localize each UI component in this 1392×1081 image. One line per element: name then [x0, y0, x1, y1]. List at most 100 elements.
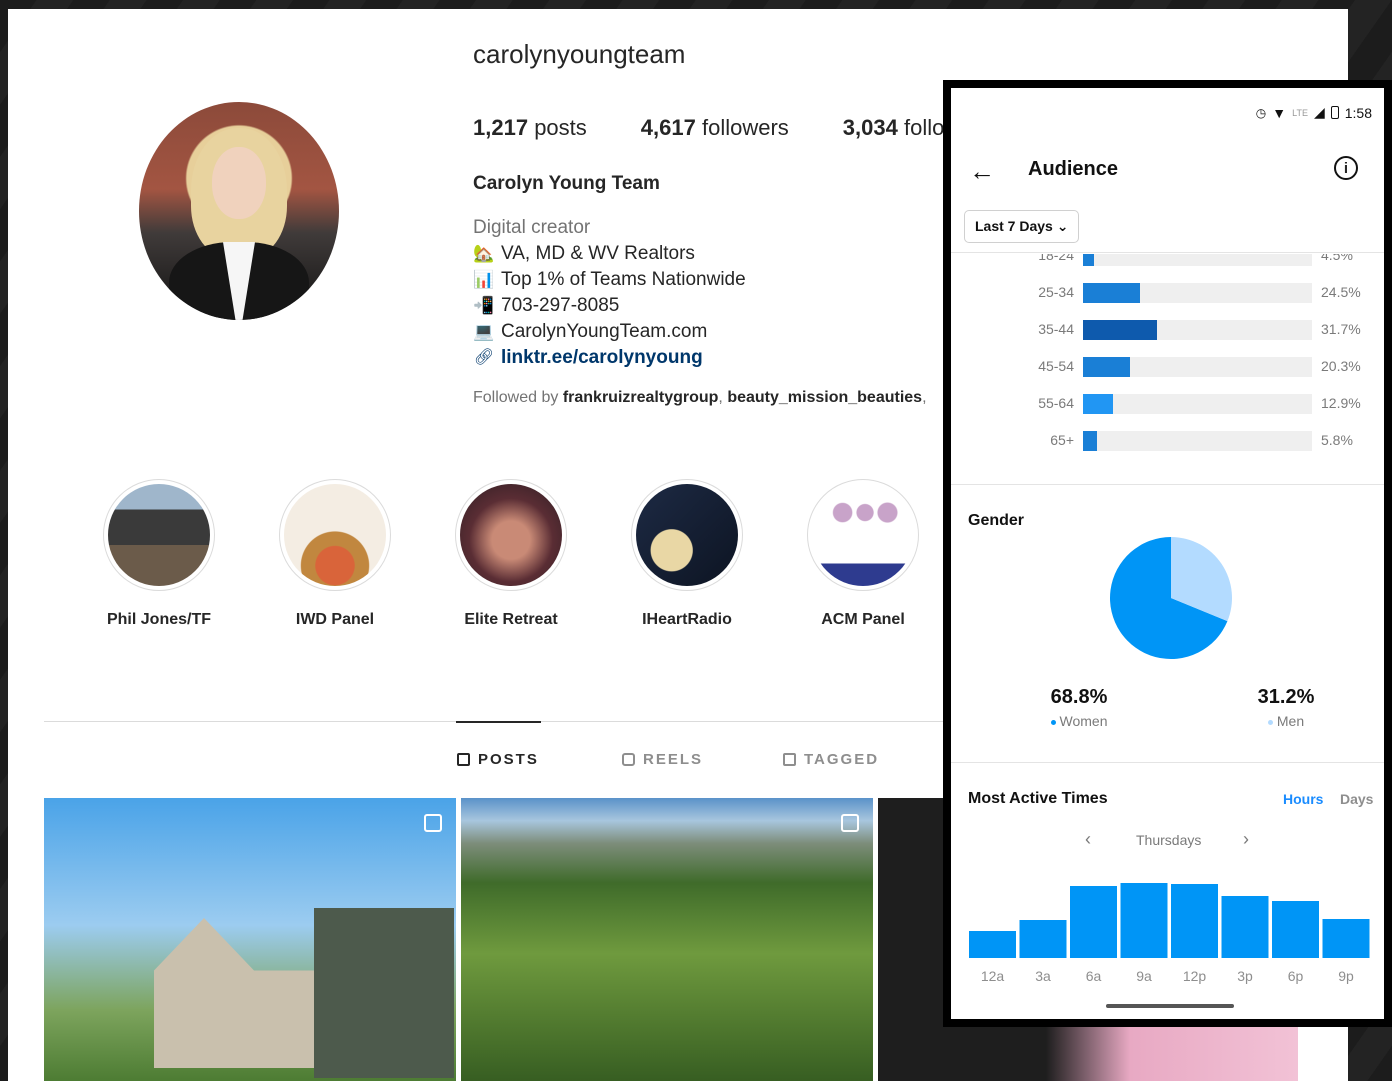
- highlight-elite-retreat[interactable]: Elite Retreat: [441, 479, 581, 629]
- tab-posts[interactable]: POSTS: [457, 751, 539, 768]
- back-arrow-icon[interactable]: ←: [969, 158, 995, 184]
- following-stat[interactable]: 3,034 follo: [843, 115, 945, 141]
- chevron-down-icon: ⌄: [1056, 218, 1069, 234]
- bio-link-row[interactable]: 🔗︎ linktr.ee/carolynyoung: [473, 345, 746, 371]
- divider: [951, 484, 1384, 485]
- age-row: 25-34 24.5%: [951, 283, 1384, 303]
- date-range-dropdown[interactable]: Last 7 Days ⌄: [964, 210, 1080, 243]
- active-time-bar: [1171, 884, 1218, 958]
- divider: [951, 252, 1384, 253]
- age-bar-track: [1083, 320, 1312, 340]
- bio-line: 🏡 VA, MD & WV Realtors: [473, 241, 746, 267]
- page-title: Audience: [1028, 158, 1119, 180]
- hour-tick-label: 6p: [1288, 968, 1304, 984]
- age-percent: 12.9%: [1321, 395, 1361, 411]
- followers-stat[interactable]: 4,617 followers: [641, 115, 789, 141]
- highlight-phil-jones[interactable]: Phil Jones/TF: [89, 479, 229, 629]
- home-indicator[interactable]: [1106, 1004, 1234, 1008]
- multi-post-icon: [424, 814, 442, 832]
- active-time-bar: [969, 931, 1016, 958]
- age-row: 65+ 5.8%: [951, 431, 1384, 451]
- bio-link[interactable]: linktr.ee/carolynyoung: [501, 345, 703, 371]
- posts-stat: 1,217 posts: [473, 115, 587, 140]
- age-row: 45-54 20.3%: [951, 357, 1384, 377]
- age-label: 35-44: [1038, 321, 1074, 337]
- link-icon: 🔗︎: [473, 349, 495, 366]
- women-dot: [1050, 719, 1056, 725]
- divider: [951, 762, 1384, 763]
- signal-icon: ◢: [1313, 104, 1325, 120]
- age-percent: 24.5%: [1321, 284, 1361, 300]
- age-label: 18-24: [1038, 247, 1074, 263]
- active-time-bar: [1272, 901, 1319, 958]
- active-time-bar: [1322, 919, 1370, 958]
- men-dot: [1267, 719, 1273, 725]
- lte-badge: LTE: [1292, 107, 1308, 118]
- audience-screen: ◷ ▼ LTE ◢ 1:58 ← Audience i Last 7 Days …: [951, 88, 1384, 1019]
- age-bar-track: [1083, 283, 1312, 303]
- hour-tick-label: 3a: [1035, 968, 1051, 984]
- age-label: 65+: [1050, 432, 1074, 448]
- tagged-icon: [783, 753, 796, 766]
- age-row: 35-44 31.7%: [951, 320, 1384, 340]
- laptop-icon: 💻: [473, 322, 495, 341]
- phone-icon: 📲: [473, 296, 495, 315]
- profile-full-name: Carolyn Young Team: [473, 173, 660, 194]
- age-bar: [1083, 254, 1094, 266]
- active-tab-indicator: [456, 721, 541, 723]
- active-times-chart: 12a 3a 6a 9a 12p 3p 6p 9p: [969, 883, 1370, 984]
- age-percent: 5.8%: [1321, 432, 1353, 448]
- age-label: 45-54: [1038, 358, 1074, 374]
- wifi-icon: ▼: [1272, 104, 1287, 121]
- active-time-bar: [1120, 883, 1168, 958]
- gender-pie-chart: [1110, 537, 1232, 659]
- house-icon: 🏡: [473, 244, 495, 263]
- profile-stats: 1,217 posts 4,617 followers 3,034 follo: [473, 115, 944, 141]
- profile-bio: Digital creator 🏡 VA, MD & WV Realtors 📊 T…: [473, 215, 746, 371]
- phone-frame: ◷ ▼ LTE ◢ 1:58 ← Audience i Last 7 Days …: [943, 80, 1392, 1027]
- hour-tick-label: 9a: [1136, 968, 1152, 984]
- battery-icon: [1330, 106, 1339, 119]
- bio-line: 📲 703-297-8085: [473, 293, 746, 319]
- age-bar: [1083, 283, 1141, 303]
- age-bar-track: [1083, 394, 1312, 414]
- tab-days[interactable]: Days: [1340, 791, 1373, 807]
- hour-tick-label: 6a: [1086, 968, 1102, 984]
- highlight-iwd-panel[interactable]: IWD Panel: [265, 479, 405, 629]
- tab-hours[interactable]: Hours: [1283, 791, 1323, 807]
- avatar[interactable]: [139, 102, 339, 320]
- active-time-bar: [1019, 920, 1067, 958]
- profile-category: Digital creator: [473, 217, 591, 238]
- hour-tick-label: 3p: [1237, 968, 1253, 984]
- age-bar: [1083, 431, 1097, 451]
- bio-line: 💻 CarolynYoungTeam.com: [473, 319, 746, 345]
- women-stat: 68.8% Women: [1050, 686, 1108, 729]
- age-bar-track: [1083, 431, 1312, 451]
- post-thumbnail[interactable]: [461, 798, 873, 1081]
- highlight-acm-panel[interactable]: ACM Panel: [793, 479, 933, 629]
- profile-username: carolynyoungteam: [473, 39, 686, 69]
- chevron-right-icon[interactable]: ›: [1243, 829, 1249, 850]
- alarm-icon: ◷: [1255, 105, 1267, 120]
- age-bar-track: [1083, 254, 1312, 266]
- men-stat: 31.2% Men: [1257, 686, 1315, 729]
- tab-tagged[interactable]: TAGGED: [783, 751, 879, 768]
- info-icon[interactable]: i: [1334, 156, 1358, 180]
- age-percent: 31.7%: [1321, 321, 1361, 337]
- multi-post-icon: [841, 814, 859, 832]
- hour-tick-label: 9p: [1338, 968, 1354, 984]
- age-percent: 4.5%: [1321, 247, 1353, 263]
- highlight-iheartradio[interactable]: IHeartRadio: [617, 479, 757, 629]
- hour-tick-label: 12p: [1183, 968, 1207, 984]
- chevron-left-icon[interactable]: ‹: [1085, 829, 1091, 850]
- post-thumbnail[interactable]: [44, 798, 456, 1081]
- age-bar: [1083, 320, 1157, 340]
- age-label: 55-64: [1038, 395, 1074, 411]
- followed-by[interactable]: Followed by frankruizrealtygroup, beauty…: [473, 389, 927, 407]
- chart-icon: 📊: [473, 270, 495, 289]
- age-label: 25-34: [1038, 284, 1074, 300]
- age-bar-track: [1083, 357, 1312, 377]
- bio-line: 📊 Top 1% of Teams Nationwide: [473, 267, 745, 293]
- tab-reels[interactable]: REELS: [622, 751, 703, 768]
- most-active-title: Most Active Times: [968, 790, 1108, 807]
